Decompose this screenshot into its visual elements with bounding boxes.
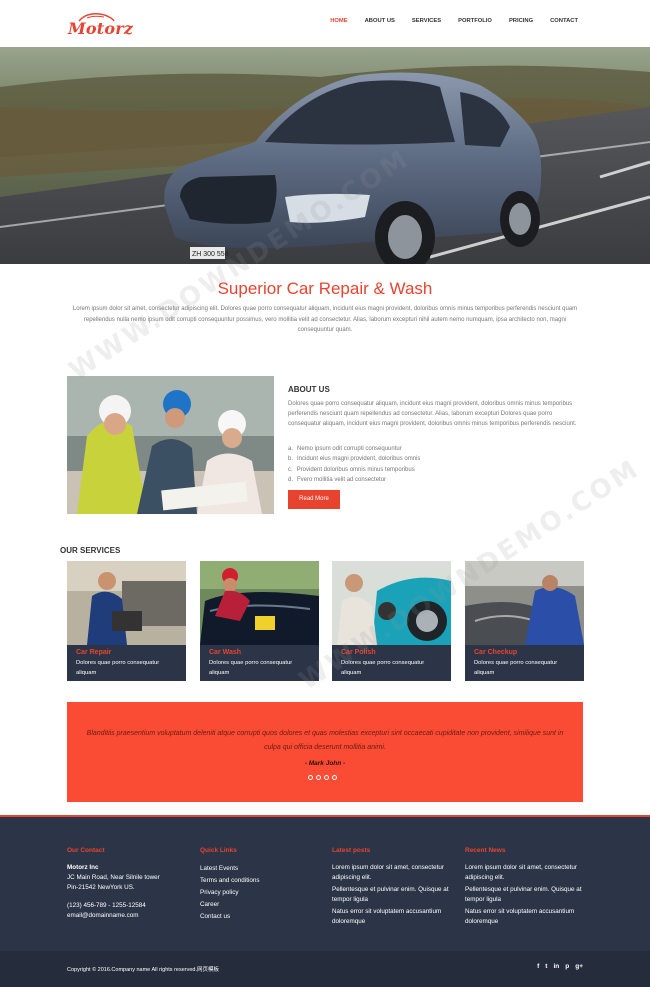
news-link[interactable]: Pellentesque et pulvinar enim. Quisque a… bbox=[465, 885, 590, 905]
service-name: Car Repair bbox=[76, 649, 112, 656]
service-card-car-polish[interactable]: Car Polish Dolores quae porro consequatu… bbox=[332, 561, 451, 681]
twitter-icon[interactable]: t bbox=[545, 963, 547, 970]
post-link[interactable]: Natus error sit voluptatem accusantium d… bbox=[332, 907, 457, 927]
carousel-dot[interactable] bbox=[332, 775, 337, 780]
list-item: a. Nemo ipsum odit corrupti consequuntur bbox=[288, 446, 402, 452]
list-item: b. Incidunt eius magni provident, dolorib… bbox=[288, 456, 421, 463]
service-desc: Dolores quae porro consequatur aliquam bbox=[209, 660, 293, 676]
nav-portfolio[interactable]: PORTFOLIO bbox=[458, 18, 492, 24]
service-card-car-wash[interactable]: Car Wash Dolores quae porro consequatur … bbox=[200, 561, 319, 681]
copyright: Copyright © 2016.Company name All rights… bbox=[67, 967, 220, 973]
nav-pricing[interactable]: PRICING bbox=[509, 18, 533, 24]
facebook-icon[interactable]: f bbox=[537, 963, 539, 970]
carousel-dots bbox=[308, 775, 340, 780]
email-address[interactable]: email@domainname.com bbox=[67, 911, 187, 921]
read-more-button[interactable]: Read More bbox=[288, 490, 340, 509]
post-link[interactable]: Lorem ipsum dolor sit amet, consectetur … bbox=[332, 863, 457, 883]
nav-about-us[interactable]: ABOUT US bbox=[365, 18, 395, 24]
service-desc: Dolores quae porro consequatur aliquam bbox=[474, 660, 558, 676]
service-card-car-checkup[interactable]: Car Checkup Dolores quae porro consequat… bbox=[465, 561, 584, 681]
service-name: Car Wash bbox=[209, 649, 242, 656]
about-title: ABOUT US bbox=[288, 385, 330, 394]
footer-link[interactable]: Contact us bbox=[200, 911, 320, 923]
address-line: Pin-21542 NewYork US. bbox=[67, 884, 135, 891]
footer-link[interactable]: Privacy policy bbox=[200, 887, 320, 899]
car-wash-image bbox=[200, 561, 319, 645]
footer-heading: Recent News bbox=[465, 847, 506, 854]
testimonial-quote: Blanditiis praesentium voluptatum deleni… bbox=[86, 730, 564, 751]
license-plate: ZH 300 558 bbox=[192, 251, 229, 258]
nav-home[interactable]: HOME bbox=[330, 18, 347, 24]
service-card-car-repair[interactable]: Car Repair Dolores quae porro consequatu… bbox=[67, 561, 186, 681]
car-polish-image bbox=[332, 561, 451, 645]
service-name: Car Checkup bbox=[474, 649, 518, 656]
company-name: Motorz Inc bbox=[67, 864, 99, 871]
about-text: Dolores quae porro consequatur aliquam, … bbox=[288, 401, 577, 428]
linkedin-icon[interactable]: in bbox=[553, 963, 559, 970]
logo[interactable]: Motorz bbox=[68, 12, 134, 38]
service-name: Car Polish bbox=[341, 649, 376, 656]
news-link[interactable]: Natus error sit voluptatem accusantium d… bbox=[465, 907, 590, 927]
carousel-dot[interactable] bbox=[324, 775, 329, 780]
hero-car-image: ZH 300 558 bbox=[0, 47, 650, 264]
car-repair-image bbox=[67, 561, 186, 645]
footer-heading: Latest posts bbox=[332, 847, 371, 854]
bottom-bar: Copyright © 2016.Company name All rights… bbox=[0, 951, 650, 987]
about-image bbox=[67, 376, 274, 514]
hero-banner: ZH 300 558 bbox=[0, 47, 650, 264]
footer-quick-links: Quick Links Latest Events Terms and cond… bbox=[200, 847, 320, 923]
footer-link[interactable]: Terms and conditions bbox=[200, 875, 320, 887]
social-links: f t in p g+ bbox=[537, 963, 583, 970]
nav-contact[interactable]: CONTACT bbox=[550, 18, 578, 24]
logo-text: Motorz bbox=[68, 19, 134, 38]
service-desc: Dolores quae porro consequatur aliquam bbox=[341, 660, 425, 676]
google-plus-icon[interactable]: g+ bbox=[575, 963, 583, 970]
list-item: c. Provident doloribus omnis minus tempor… bbox=[288, 466, 415, 473]
footer-link[interactable]: Latest Events bbox=[200, 863, 320, 875]
footer-link[interactable]: Career bbox=[200, 899, 320, 911]
pinterest-icon[interactable]: p bbox=[565, 963, 569, 970]
footer-latest-posts: Latest posts Lorem ipsum dolor sit amet,… bbox=[332, 847, 457, 929]
footer-heading: Our Contact bbox=[67, 847, 105, 854]
intro-title: Superior Car Repair & Wash bbox=[217, 279, 433, 298]
carousel-dot[interactable] bbox=[308, 775, 313, 780]
news-link[interactable]: Lorem ipsum dolor sit amet, consectetur … bbox=[465, 863, 590, 883]
service-desc: Dolores quae porro consequatur aliquam bbox=[76, 660, 160, 676]
footer-recent-news: Recent News Lorem ipsum dolor sit amet, … bbox=[465, 847, 590, 929]
about-list: a. Nemo ipsum odit corrupti consequuntur … bbox=[288, 444, 584, 486]
footer-heading: Quick Links bbox=[200, 847, 237, 854]
nav-services[interactable]: SERVICES bbox=[412, 18, 441, 24]
carousel-dot[interactable] bbox=[316, 775, 321, 780]
address-line: JC Main Road, Near Silnile tower bbox=[67, 874, 160, 881]
site-footer: Our Contact Motorz Inc JC Main Road, Nea… bbox=[0, 815, 650, 951]
post-link[interactable]: Pellentesque et pulvinar enim. Quisque a… bbox=[332, 885, 457, 905]
list-item: d. Fvero mollitia velit ad consectetur bbox=[288, 477, 387, 484]
testimonial-author: - Mark John - bbox=[304, 760, 346, 767]
services-title: OUR SERVICES bbox=[60, 546, 121, 555]
main-nav: HOME ABOUT US SERVICES PORTFOLIO PRICING… bbox=[313, 18, 578, 24]
phone-number: (123) 456-789 - 1255-12584 bbox=[67, 902, 146, 909]
footer-contact: Our Contact Motorz Inc JC Main Road, Nea… bbox=[67, 847, 187, 921]
car-checkup-image bbox=[465, 561, 584, 645]
site-header: Motorz HOME ABOUT US SERVICES PORTFOLIO … bbox=[0, 0, 650, 47]
testimonial: Blanditiis praesentium voluptatum deleni… bbox=[67, 702, 583, 802]
intro-text: Lorem ipsum dolor sit amet, consectetur … bbox=[72, 306, 578, 333]
